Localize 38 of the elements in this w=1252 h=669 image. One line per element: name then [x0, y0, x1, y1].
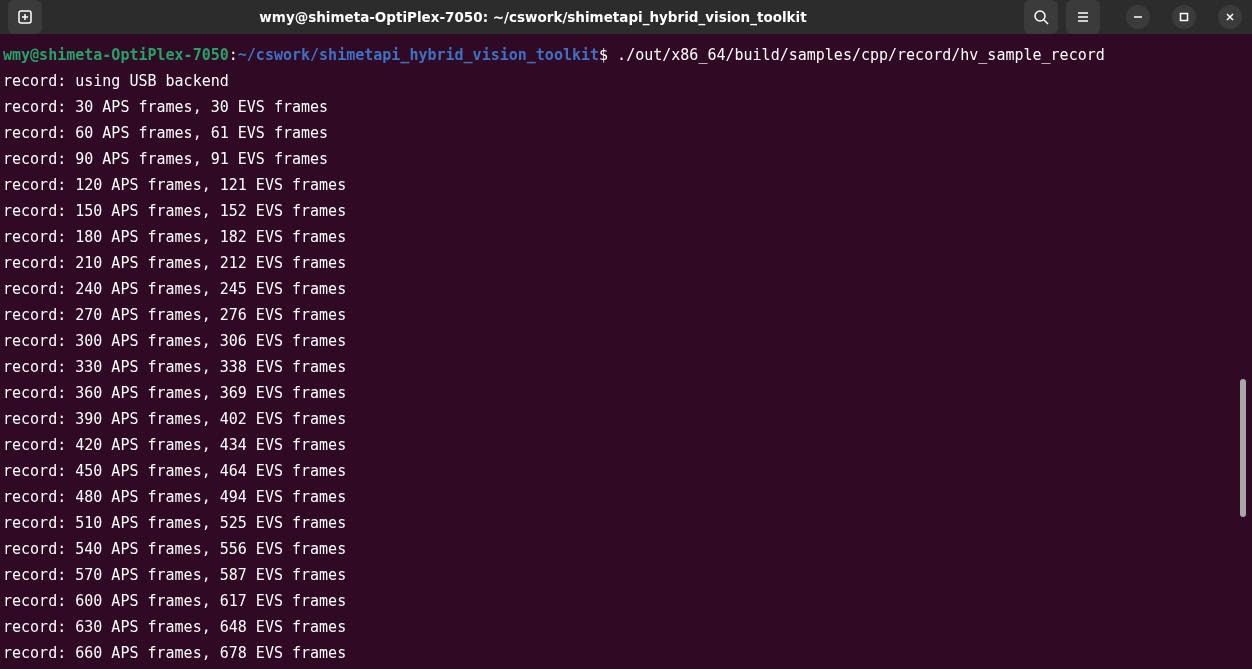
scrollbar-thumb[interactable]: [1240, 379, 1246, 517]
output-line: record: 90 APS frames, 91 EVS frames: [3, 149, 330, 170]
output-line: record: 480 APS frames, 494 EVS frames: [3, 487, 348, 508]
output-line: record: 210 APS frames, 212 EVS frames: [3, 253, 348, 274]
search-button[interactable]: [1024, 0, 1058, 34]
maximize-button[interactable]: [1172, 5, 1196, 29]
output-line: record: 420 APS frames, 434 EVS frames: [3, 435, 348, 456]
output-line: record: 150 APS frames, 152 EVS frames: [3, 201, 348, 222]
output-line: record: 390 APS frames, 402 EVS frames: [3, 409, 348, 430]
minimize-button[interactable]: [1126, 5, 1150, 29]
maximize-icon: [1179, 12, 1189, 22]
close-button[interactable]: [1218, 5, 1242, 29]
output-line: record: 300 APS frames, 306 EVS frames: [3, 331, 348, 352]
output-line: record: 30 APS frames, 30 EVS frames: [3, 97, 330, 118]
output-line: record: 450 APS frames, 464 EVS frames: [3, 461, 348, 482]
output-line: record: 600 APS frames, 617 EVS frames: [3, 591, 348, 612]
new-tab-button[interactable]: [8, 0, 42, 34]
output-line: record: 240 APS frames, 245 EVS frames: [3, 279, 348, 300]
output-line: record: 270 APS frames, 276 EVS frames: [3, 305, 348, 326]
output-line: record: 360 APS frames, 369 EVS frames: [3, 383, 348, 404]
close-icon: [1225, 12, 1235, 22]
menu-button[interactable]: [1066, 0, 1100, 34]
window-title: wmy@shimeta-OptiPlex-7050: ~/cswork/shimetapi_hybrid_vision_toolkit: [258, 9, 808, 25]
output-line: record: 510 APS frames, 525 EVS frames: [3, 513, 348, 534]
minimize-icon: [1134, 16, 1142, 18]
output-line: record: 540 APS frames, 556 EVS frames: [3, 539, 348, 560]
menu-icon: [1076, 11, 1090, 23]
output-line: record: 630 APS frames, 648 EVS frames: [3, 617, 348, 638]
search-icon: [1033, 9, 1049, 25]
output-line: record: 660 APS frames, 678 EVS frames: [3, 643, 348, 664]
output-line: record: 180 APS frames, 182 EVS frames: [3, 227, 348, 248]
new-tab-icon: [18, 10, 32, 24]
output-line: record: 570 APS frames, 587 EVS frames: [3, 565, 348, 586]
output-line: record: 330 APS frames, 338 EVS frames: [3, 357, 348, 378]
output-line: record: 60 APS frames, 61 EVS frames: [3, 123, 330, 144]
command-line: wmy@shimeta-OptiPlex-7050:~/cswork/shimetapi_hybrid_vision_toolkit$ ./out/x86_64/build/samples/cpp/record/hv_sample_record: [3, 45, 1106, 66]
output-line: record: using USB backend: [3, 71, 230, 92]
output-line: record: 120 APS frames, 121 EVS frames: [3, 175, 348, 196]
